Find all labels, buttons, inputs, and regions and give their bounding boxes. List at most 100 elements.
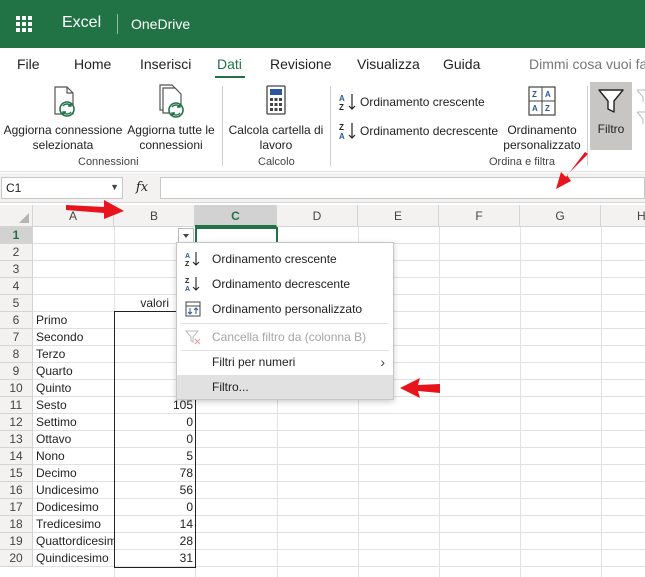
- title-separator: [117, 14, 118, 34]
- column-header-e[interactable]: E: [358, 205, 439, 227]
- column-header-h[interactable]: H: [601, 205, 645, 227]
- row-header-16[interactable]: 16: [0, 482, 33, 499]
- cell-a7[interactable]: Secondo: [36, 329, 114, 346]
- menu-item-sort-ascending[interactable]: A Z Ordinamento crescente: [177, 247, 393, 271]
- column-header-d[interactable]: D: [277, 205, 358, 227]
- sort-descending-label: Ordinamento decrescente: [360, 124, 499, 138]
- svg-text:Z: Z: [339, 103, 344, 112]
- svg-text:A: A: [545, 90, 551, 99]
- cell-a1[interactable]: [36, 227, 114, 244]
- row-header-12[interactable]: 12: [0, 414, 33, 431]
- row-header-17[interactable]: 17: [0, 499, 33, 516]
- menu-item-filter-dialog[interactable]: Filtro...: [177, 375, 393, 399]
- sort-descending-button[interactable]: Z A Ordinamento decrescente: [338, 121, 498, 141]
- column-header-f[interactable]: F: [439, 205, 520, 227]
- app-launcher-button[interactable]: [0, 0, 48, 48]
- cell-a16[interactable]: Undicesimo: [36, 482, 114, 499]
- tab-guida[interactable]: Guida: [443, 56, 480, 72]
- cell-a8[interactable]: Terzo: [36, 346, 114, 363]
- row-header-15[interactable]: 15: [0, 465, 33, 482]
- app-name[interactable]: Excel: [62, 14, 101, 32]
- sort-ascending-icon: A Z: [339, 94, 356, 112]
- chevron-right-icon: ›: [380, 354, 385, 370]
- row-header-14[interactable]: 14: [0, 448, 33, 465]
- filter-dropdown-button[interactable]: [178, 228, 194, 243]
- menu-item-number-filters[interactable]: Filtri per numeri ›: [177, 350, 393, 374]
- cell-a17[interactable]: Dodicesimo: [36, 499, 114, 516]
- row-header-5[interactable]: 5: [0, 295, 33, 312]
- svg-text:Z: Z: [185, 278, 190, 285]
- row-header-13[interactable]: 13: [0, 431, 33, 448]
- calculate-workbook-label: Calcola cartella di lavoro: [228, 123, 324, 152]
- menu-item-label: Filtri per numeri: [212, 355, 296, 369]
- sort-ascending-label: Ordinamento crescente: [360, 95, 485, 109]
- menu-item-custom-sort[interactable]: Ordinamento personalizzato: [177, 297, 393, 321]
- tab-revisione[interactable]: Revisione: [270, 56, 331, 72]
- group-label-calcolo: Calcolo: [258, 156, 295, 168]
- group-label-connessioni: Connessioni: [78, 156, 139, 168]
- cell-a12[interactable]: Settimo: [36, 414, 114, 431]
- cell-a6[interactable]: Primo: [36, 312, 114, 329]
- column-header-g[interactable]: G: [520, 205, 601, 227]
- insert-function-button[interactable]: fx: [130, 177, 154, 199]
- row-header-2[interactable]: 2: [0, 244, 33, 261]
- row-header-3[interactable]: 3: [0, 261, 33, 278]
- row-header-6[interactable]: 6: [0, 312, 33, 329]
- cell-a20[interactable]: Quindicesimo: [36, 550, 114, 567]
- custom-sort-icon: [185, 301, 201, 317]
- cell-a3[interactable]: [36, 261, 114, 278]
- column-header-b[interactable]: B: [114, 205, 195, 227]
- row-header-7[interactable]: 7: [0, 329, 33, 346]
- refresh-all-button[interactable]: Aggiorna tutte le connessioni: [124, 84, 218, 153]
- row-header-18[interactable]: 18: [0, 516, 33, 533]
- tab-inserisci[interactable]: Inserisci: [140, 56, 191, 72]
- cell-a13[interactable]: Ottavo: [36, 431, 114, 448]
- menu-item-label: Ordinamento crescente: [212, 252, 337, 266]
- menu-item-label: Ordinamento personalizzato: [212, 302, 363, 316]
- menu-item-sort-descending[interactable]: Z A Ordinamento decrescente: [177, 272, 393, 296]
- tab-visualizza[interactable]: Visualizza: [357, 56, 420, 72]
- row-header-11[interactable]: 11: [0, 397, 33, 414]
- row-header-1[interactable]: 1: [0, 227, 33, 244]
- sort-descending-icon: Z A: [185, 277, 200, 292]
- calculator-icon: [266, 85, 286, 115]
- custom-sort-label: Ordinamento personalizzato: [503, 123, 581, 152]
- cell-a10[interactable]: Quinto: [36, 380, 114, 397]
- select-all-corner[interactable]: [0, 205, 33, 227]
- filter-dropdown-menu: A Z Ordinamento crescente Z A Ordinament…: [176, 242, 394, 400]
- calculate-workbook-button[interactable]: Calcola cartella di lavoro: [226, 84, 326, 153]
- row-header-10[interactable]: 10: [0, 380, 33, 397]
- tell-me-search[interactable]: Dimmi cosa vuoi fa: [529, 56, 645, 72]
- refresh-connection-button[interactable]: Aggiorna connessione selezionata: [2, 84, 124, 153]
- cell-a11[interactable]: Sesto: [36, 397, 114, 414]
- cell-a18[interactable]: Tredicesimo: [36, 516, 114, 533]
- sort-ascending-button[interactable]: A Z Ordinamento crescente: [338, 92, 485, 112]
- row-header-4[interactable]: 4: [0, 278, 33, 295]
- refresh-connection-label: Aggiorna connessione selezionata: [3, 123, 123, 152]
- svg-text:A: A: [339, 132, 345, 141]
- row-header-8[interactable]: 8: [0, 346, 33, 363]
- chevron-down-icon[interactable]: ▼: [110, 182, 119, 192]
- row-header-19[interactable]: 19: [0, 533, 33, 550]
- cell-a9[interactable]: Quarto: [36, 363, 114, 380]
- clear-filter-icon: [636, 89, 645, 124]
- cell-a14[interactable]: Nono: [36, 448, 114, 465]
- cell-a2[interactable]: [36, 244, 114, 261]
- group-separator: [330, 86, 331, 166]
- tab-file[interactable]: File: [17, 56, 40, 72]
- select-all-icon: [19, 213, 29, 223]
- cell-a15[interactable]: Decimo: [36, 465, 114, 482]
- tab-home[interactable]: Home: [74, 56, 111, 72]
- row-header-20[interactable]: 20: [0, 550, 33, 567]
- cell-a19[interactable]: Quattordicesimo: [36, 533, 114, 550]
- cell-a5[interactable]: [36, 295, 114, 312]
- filter-button[interactable]: Filtro: [590, 82, 632, 150]
- name-box[interactable]: C1 ▼: [1, 177, 123, 199]
- custom-sort-button[interactable]: Z A A Z Ordinamento personalizzato: [500, 84, 584, 153]
- tab-dati[interactable]: Dati: [217, 56, 242, 72]
- row-header-9[interactable]: 9: [0, 363, 33, 380]
- svg-text:Z: Z: [532, 90, 537, 99]
- column-header-c[interactable]: C: [195, 205, 277, 227]
- service-name[interactable]: OneDrive: [131, 16, 190, 32]
- cell-a4[interactable]: [36, 278, 114, 295]
